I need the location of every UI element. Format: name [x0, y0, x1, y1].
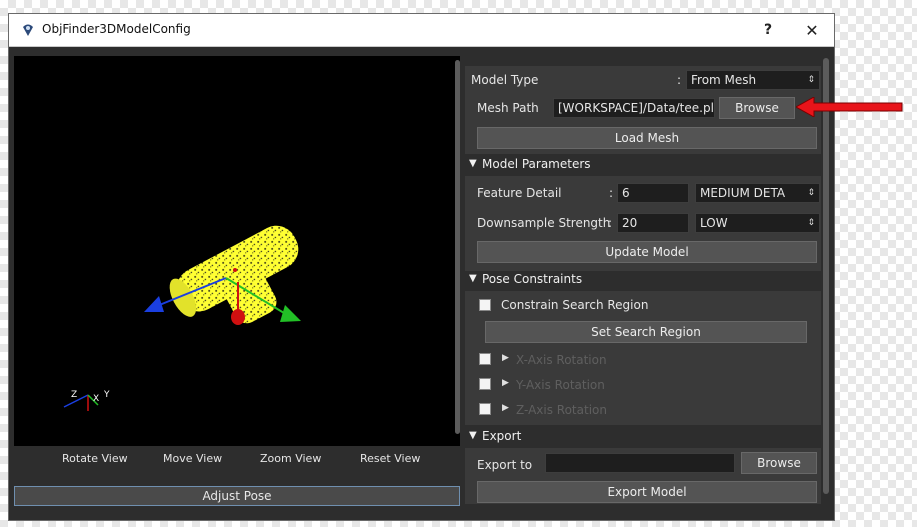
mesh-path-label: Mesh Path — [477, 101, 539, 115]
feature-detail-label: Feature Detail — [477, 186, 562, 200]
settings-panel: Model Type : From Mesh ⇕ Mesh Path [WORK… — [465, 56, 821, 504]
3d-viewport[interactable]: Z X Y Rotate View Move View Zoom View Re… — [14, 56, 460, 465]
reset-view-button[interactable]: Reset View — [360, 452, 420, 465]
axis-y-label: Y — [103, 390, 110, 400]
y-rotation-checkbox[interactable] — [479, 378, 491, 390]
help-button[interactable]: ? — [749, 17, 787, 43]
downsample-label: Downsample Strength — [477, 216, 611, 230]
window-title: ObjFinder3DModelConfig — [42, 22, 191, 36]
mesh-browse-button[interactable]: Browse — [719, 97, 795, 119]
expand-arrow-icon[interactable]: ▶ — [502, 403, 509, 413]
downsample-level: LOW — [700, 216, 728, 230]
downsample-field[interactable]: 20 — [617, 213, 689, 233]
constrain-search-region-label: Constrain Search Region — [501, 298, 649, 312]
title-bar: ObjFinder3DModelConfig ? ✕ — [9, 14, 834, 47]
panel-scrollbar[interactable] — [823, 58, 829, 494]
rotate-view-button[interactable]: Rotate View — [62, 452, 128, 465]
load-mesh-button[interactable]: Load Mesh — [477, 127, 817, 149]
export-model-button[interactable]: Export Model — [477, 481, 817, 503]
point-cloud-render — [144, 225, 301, 325]
feature-detail-level: MEDIUM DETA — [700, 186, 786, 200]
model-parameters-header[interactable]: ▼ Model Parameters — [465, 156, 821, 174]
config-window: ObjFinder3DModelConfig ? ✕ Z X Y Rotate … — [8, 13, 835, 521]
chevron-updown-icon: ⇕ — [807, 75, 815, 85]
model-type-select[interactable]: From Mesh ⇕ — [686, 70, 820, 90]
model-type-label: Model Type — [471, 73, 539, 87]
axis-z-label: Z — [71, 390, 77, 400]
z-rotation-label: Z-Axis Rotation — [516, 403, 607, 417]
y-rotation-label: Y-Axis Rotation — [516, 378, 605, 392]
constrain-search-region-checkbox[interactable] — [479, 299, 491, 311]
axis-x-label: X — [93, 394, 99, 404]
x-rotation-checkbox[interactable] — [479, 353, 491, 365]
model-type-colon: : — [677, 73, 682, 87]
x-rotation-label: X-Axis Rotation — [516, 353, 607, 367]
export-to-label: Export to — [477, 458, 533, 472]
model-type-value: From Mesh — [691, 73, 757, 87]
export-browse-button[interactable]: Browse — [741, 452, 817, 474]
model-parameters-title: Model Parameters — [482, 157, 591, 171]
close-button[interactable]: ✕ — [793, 17, 831, 43]
collapse-triangle-icon: ▼ — [469, 430, 477, 441]
export-to-field[interactable] — [545, 453, 735, 473]
expand-arrow-icon[interactable]: ▶ — [502, 353, 509, 363]
feature-detail-field[interactable]: 6 — [617, 183, 689, 203]
update-model-button[interactable]: Update Model — [477, 241, 817, 263]
zoom-view-button[interactable]: Zoom View — [260, 452, 321, 465]
view-controls: Rotate View Move View Zoom View Reset Vi… — [14, 452, 460, 468]
export-header[interactable]: ▼ Export — [465, 428, 821, 446]
viewport-scrollbar[interactable] — [455, 60, 460, 434]
move-view-button[interactable]: Move View — [163, 452, 222, 465]
axis-gizmo: Z X Y — [63, 390, 110, 411]
chevron-updown-icon: ⇕ — [807, 218, 815, 228]
mesh-path-field[interactable]: [WORKSPACE]/Data/tee.ply — [553, 98, 715, 118]
pose-constraints-title: Pose Constraints — [482, 272, 583, 286]
downsample-select[interactable]: LOW ⇕ — [695, 213, 820, 233]
adjust-pose-button[interactable]: Adjust Pose — [14, 486, 460, 506]
downsample-colon: : — [608, 216, 613, 230]
z-rotation-checkbox[interactable] — [479, 403, 491, 415]
pose-constraints-header[interactable]: ▼ Pose Constraints — [465, 271, 821, 289]
expand-arrow-icon[interactable]: ▶ — [502, 378, 509, 388]
export-title: Export — [482, 429, 522, 443]
collapse-triangle-icon: ▼ — [469, 158, 477, 169]
feature-detail-select[interactable]: MEDIUM DETA ⇕ — [695, 183, 820, 203]
feature-detail-colon: : — [609, 186, 614, 200]
red-arrow-annotation — [796, 97, 903, 117]
collapse-triangle-icon: ▼ — [469, 273, 477, 284]
chevron-updown-icon: ⇕ — [807, 188, 815, 198]
set-search-region-button[interactable]: Set Search Region — [485, 321, 807, 343]
app-icon — [23, 24, 33, 36]
